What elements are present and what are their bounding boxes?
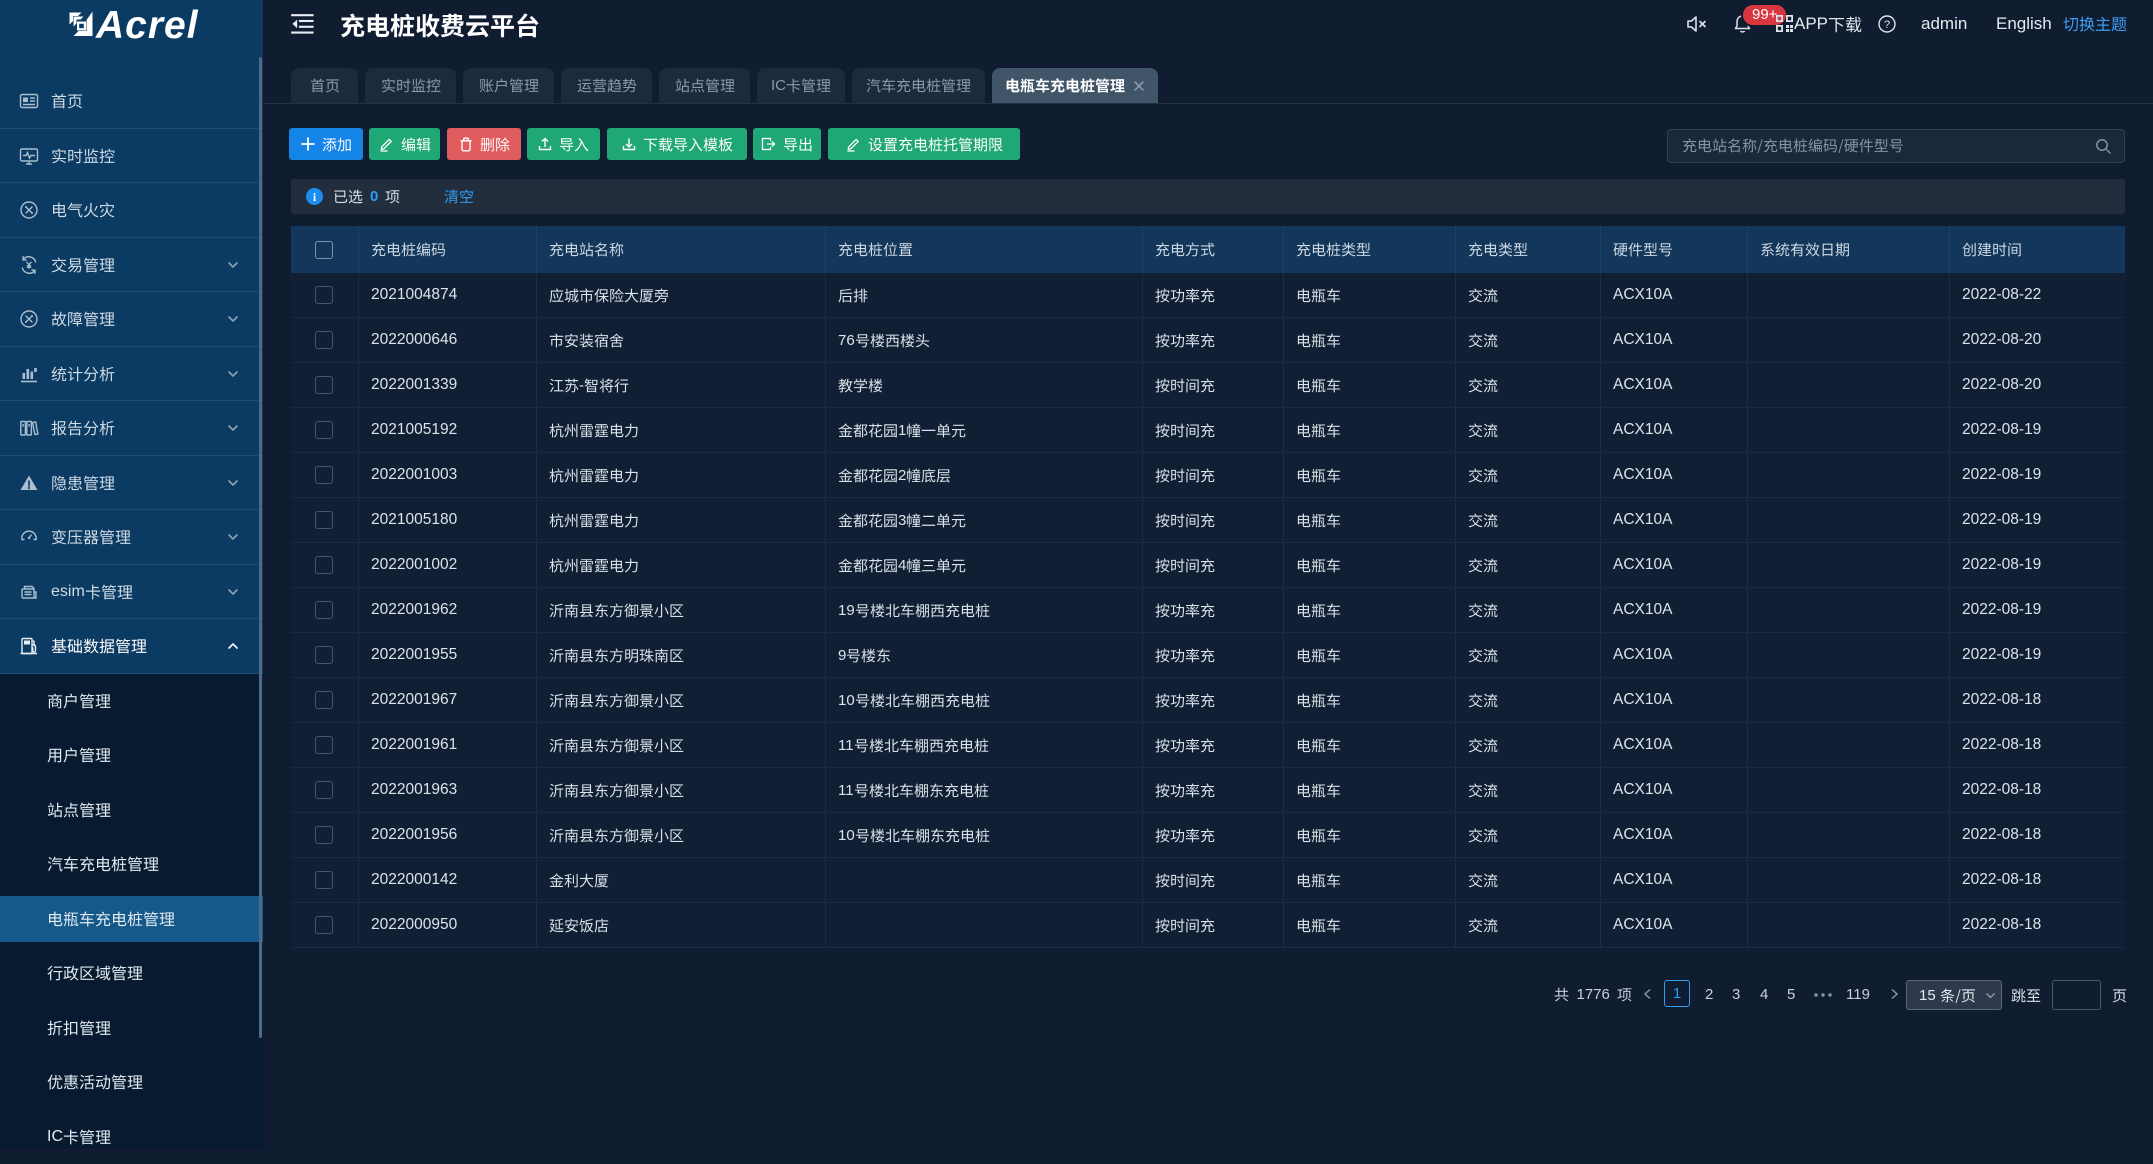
svg-text:?: ? [1884,19,1890,31]
